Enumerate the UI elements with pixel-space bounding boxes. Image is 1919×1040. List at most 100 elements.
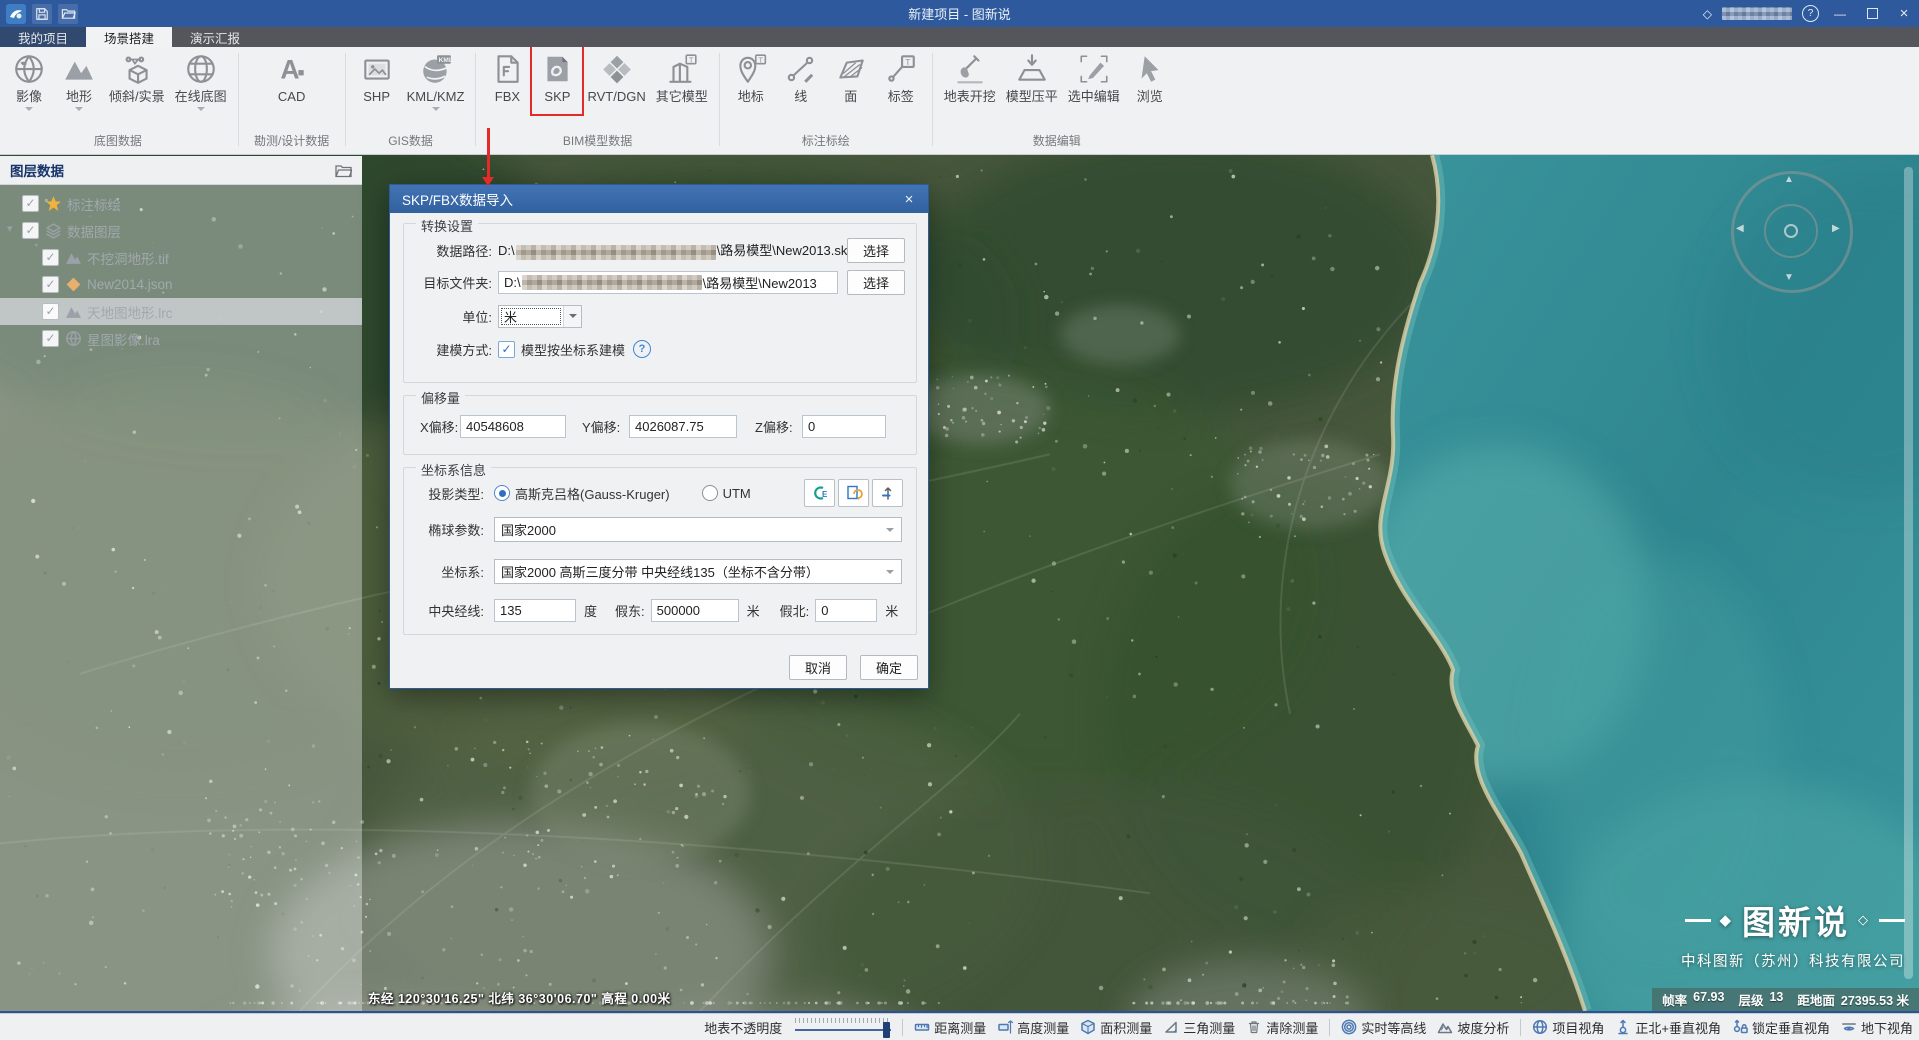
bottom-button-正北+垂直视角[interactable]: 正北+垂直视角: [1615, 1018, 1721, 1037]
target-folder-input[interactable]: D:\\路易模型\New2013: [498, 271, 838, 294]
x-offset-input[interactable]: 40548608: [460, 415, 566, 438]
bottom-button-项目视角[interactable]: 项目视角: [1532, 1018, 1604, 1037]
ribbon-button-模型压平[interactable]: 模型压平: [1001, 47, 1063, 114]
layer-label[interactable]: 星图影像.lra: [87, 329, 160, 349]
chevron-down-icon[interactable]: [197, 107, 205, 111]
slider-handle[interactable]: [883, 1022, 890, 1038]
bottom-button-距离测量[interactable]: 距离测量: [914, 1018, 986, 1037]
unit-select[interactable]: 米: [498, 305, 582, 328]
compass-center-knob[interactable]: [1784, 224, 1798, 238]
user-name-censored[interactable]: [1722, 7, 1792, 20]
ribbon-button-浏览[interactable]: 浏览: [1125, 47, 1175, 114]
false-north-input[interactable]: 0: [815, 599, 877, 622]
close-button[interactable]: ×: [1893, 4, 1915, 24]
gauss-kruger-radio[interactable]: [494, 485, 510, 501]
ribbon-button-FBX[interactable]: FBX: [482, 47, 532, 114]
tab-my-projects[interactable]: 我的项目: [0, 27, 86, 47]
layer-tree-item-New2014.json[interactable]: ✓New2014.json: [0, 271, 362, 298]
layer-tree-item-不挖洞地形.tif[interactable]: ✓ 不挖洞地形.tif: [0, 244, 362, 271]
false-east-input[interactable]: 500000: [651, 599, 739, 622]
bottom-button-高度测量[interactable]: 高度测量: [997, 1018, 1069, 1037]
ribbon-button-线[interactable]: 线: [776, 47, 826, 114]
tree-expander-icon[interactable]: ▾: [7, 223, 19, 235]
help-icon[interactable]: ?: [1802, 5, 1819, 22]
minimize-button[interactable]: —: [1829, 4, 1851, 24]
ribbon-button-SHP[interactable]: SHP: [352, 47, 402, 114]
slider-track[interactable]: [795, 1029, 891, 1031]
layer-visibility-checkbox[interactable]: ✓: [22, 195, 39, 212]
pan-left-icon[interactable]: ◀: [1736, 224, 1744, 234]
bottom-button-清除测量[interactable]: 清除测量: [1246, 1018, 1318, 1037]
coord-system-select[interactable]: 国家2000 高斯三度分带 中央经线135（坐标不含分带）: [494, 559, 902, 584]
unit-dropdown-arrow[interactable]: [563, 306, 581, 327]
pan-up-icon[interactable]: ▲: [1784, 175, 1794, 185]
ribbon-button-选中编辑[interactable]: 选中编辑: [1063, 47, 1125, 114]
ribbon-button-SKP[interactable]: SKP: [532, 47, 582, 114]
dialog-close-button[interactable]: ×: [900, 190, 918, 208]
browse-target-folder-button[interactable]: 选择: [847, 270, 905, 295]
layer-tree-item-星图影像.lra[interactable]: ✓ 星图影像.lra: [0, 325, 362, 352]
ribbon-button-地表开挖[interactable]: 地表开挖: [939, 47, 1001, 114]
ribbon-button-倾斜/实景[interactable]: 倾斜/实景: [104, 47, 170, 114]
compass-navigation-control[interactable]: ▲ ▼ ◀ ▶: [1731, 171, 1853, 293]
browse-data-path-button[interactable]: 选择: [847, 238, 905, 263]
layer-label[interactable]: 数据图层: [67, 221, 121, 241]
crs-search-button[interactable]: E: [804, 479, 835, 507]
ribbon-button-KML/KMZ[interactable]: KMLKML/KMZ: [402, 47, 470, 114]
open-folder-button[interactable]: [58, 4, 78, 24]
modeling-help-icon[interactable]: ?: [633, 340, 651, 358]
layer-label[interactable]: 天地图地形.lrc: [87, 302, 173, 322]
gauss-kruger-label[interactable]: 高斯克吕格(Gauss-Kruger): [515, 484, 670, 503]
ribbon-button-面[interactable]: 面: [826, 47, 876, 114]
dialog-title-bar[interactable]: SKP/FBX数据导入 ×: [390, 185, 928, 213]
pan-right-icon[interactable]: ▶: [1832, 224, 1840, 234]
bottom-button-坡度分析[interactable]: 坡度分析: [1437, 1018, 1509, 1037]
cancel-button[interactable]: 取消: [789, 655, 847, 680]
bottom-button-锁定垂直视角[interactable]: 锁定垂直视角: [1732, 1018, 1830, 1037]
ribbon-button-其它模型[interactable]: T其它模型: [651, 47, 713, 114]
crs-adjust-button[interactable]: [872, 479, 903, 507]
map-zoom-slider[interactable]: [1904, 167, 1913, 979]
tab-presentation[interactable]: 演示汇报: [172, 27, 258, 47]
central-meridian-input[interactable]: 135: [494, 599, 576, 622]
maximize-button[interactable]: [1861, 4, 1883, 24]
layer-label[interactable]: 不挖洞地形.tif: [87, 248, 169, 268]
crs-import-file-button[interactable]: [838, 479, 869, 507]
bottom-button-面积测量[interactable]: 面积测量: [1080, 1018, 1152, 1037]
z-offset-input[interactable]: 0: [802, 415, 886, 438]
save-button[interactable]: [32, 4, 52, 24]
bottom-button-地下视角[interactable]: 地下视角: [1841, 1018, 1913, 1037]
chevron-down-icon[interactable]: [25, 107, 33, 111]
layer-visibility-checkbox[interactable]: ✓: [42, 330, 59, 347]
ribbon-button-影像[interactable]: 影像: [4, 47, 54, 114]
bottom-button-三角测量[interactable]: 三角测量: [1163, 1018, 1235, 1037]
ellipsoid-select[interactable]: 国家2000: [494, 517, 902, 542]
bottom-button-实时等高线[interactable]: 实时等高线: [1341, 1018, 1426, 1037]
ok-button[interactable]: 确定: [860, 655, 918, 680]
layer-tree-item-数据图层[interactable]: ▾✓ 数据图层: [0, 217, 362, 244]
layer-visibility-checkbox[interactable]: ✓: [22, 222, 39, 239]
layer-visibility-checkbox[interactable]: ✓: [42, 276, 59, 293]
modeling-mode-checkbox[interactable]: ✓: [498, 341, 515, 358]
layer-label[interactable]: 标注标绘: [67, 194, 121, 214]
modeling-mode-option[interactable]: 模型按坐标系建模: [521, 340, 625, 359]
utm-radio[interactable]: [702, 485, 718, 501]
pan-down-icon[interactable]: ▼: [1784, 273, 1794, 283]
tab-scene-building[interactable]: 场景搭建: [86, 27, 172, 47]
surface-opacity-slider[interactable]: [795, 1017, 891, 1037]
ribbon-button-标签[interactable]: T标签: [876, 47, 926, 114]
utm-label[interactable]: UTM: [723, 486, 751, 501]
layer-tree-item-标注标绘[interactable]: ✓ 标注标绘: [0, 190, 362, 217]
layer-visibility-checkbox[interactable]: ✓: [42, 249, 59, 266]
layer-tree-item-天地图地形.lrc[interactable]: ✓天地图地形.lrc: [0, 298, 362, 325]
ribbon-button-CAD[interactable]: ACAD: [267, 47, 317, 114]
ribbon-button-地形[interactable]: 地形: [54, 47, 104, 114]
chevron-down-icon[interactable]: [75, 107, 83, 111]
y-offset-input[interactable]: 4026087.75: [629, 415, 737, 438]
ribbon-button-地标[interactable]: T地标: [726, 47, 776, 114]
chevron-down-icon[interactable]: [432, 107, 440, 111]
ribbon-button-RVT/DGN[interactable]: RVT/DGN: [582, 47, 650, 114]
gem-icon[interactable]: ◇: [1703, 7, 1712, 21]
folder-icon[interactable]: [335, 163, 352, 178]
map-viewport[interactable]: ▲ ▼ ◀ ▶ 图层数据 ✓标注标绘▾✓数据图层✓不挖洞地形.tif✓New20…: [0, 155, 1919, 1013]
